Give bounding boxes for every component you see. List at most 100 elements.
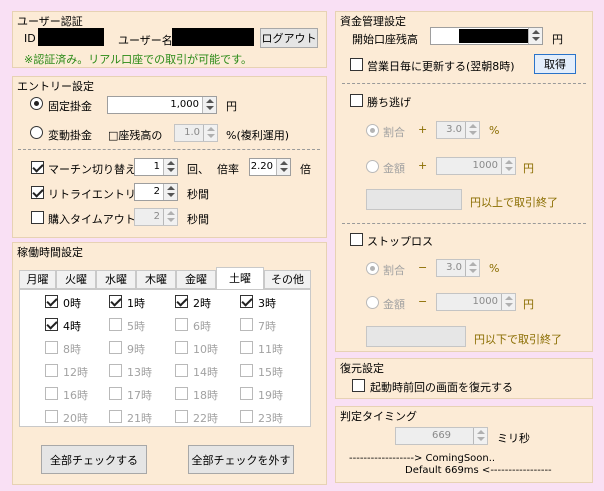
hour-checkbox-5[interactable]	[109, 318, 122, 331]
loss-amount-radio[interactable]	[366, 296, 379, 309]
check-all-label: 全部チェックする	[50, 453, 138, 467]
tab-fri[interactable]: 金曜	[176, 270, 216, 289]
loss-ratio-spinner[interactable]	[465, 260, 479, 276]
start-balance-input[interactable]	[430, 27, 543, 45]
retry-input[interactable]: 2	[134, 183, 178, 201]
stop-loss-label: ストップロス	[367, 235, 433, 248]
tab-wed[interactable]: 水曜	[96, 270, 136, 289]
hour-checkbox-23[interactable]	[240, 410, 253, 423]
tab-other[interactable]: その他	[264, 270, 311, 289]
balance-ratio-input[interactable]: 1.0	[174, 124, 218, 142]
hour-label-18: 18時	[193, 389, 218, 402]
id-field[interactable]	[38, 28, 104, 46]
win-amount-spinner[interactable]	[501, 158, 515, 174]
hour-label-0: 0時	[63, 297, 81, 310]
retry-label: リトライエントリー	[48, 188, 147, 201]
loss-end-field[interactable]	[366, 326, 466, 347]
hour-checkbox-18[interactable]	[175, 387, 188, 400]
hour-checkbox-1[interactable]	[109, 295, 122, 308]
win-ratio-input[interactable]: 3.0	[436, 121, 480, 139]
win-amount-input[interactable]: 1000	[436, 157, 516, 175]
loss-ratio-radio[interactable]	[366, 262, 379, 275]
martingale-checkbox[interactable]	[31, 161, 44, 174]
fixed-bet-radio[interactable]	[30, 97, 43, 110]
hour-checkbox-21[interactable]	[109, 410, 122, 423]
loss-amount-minus: −	[418, 295, 428, 308]
start-balance-spinner[interactable]	[528, 28, 542, 44]
logout-button[interactable]: ログアウト	[260, 28, 318, 48]
win-ratio-spinner[interactable]	[465, 122, 479, 138]
hour-checkbox-20[interactable]	[45, 410, 58, 423]
get-balance-button[interactable]: 取得	[534, 54, 576, 74]
hour-checkbox-17[interactable]	[109, 387, 122, 400]
tab-mon[interactable]: 月曜	[19, 270, 56, 289]
martingale-times-spinner[interactable]	[163, 159, 177, 175]
username-field[interactable]	[172, 28, 254, 46]
win-amount-unit: 円	[523, 162, 534, 175]
hour-checkbox-3[interactable]	[240, 295, 253, 308]
hour-checkbox-15[interactable]	[240, 364, 253, 377]
timeout-spinner[interactable]	[163, 209, 177, 225]
multiplier-spinner[interactable]	[276, 159, 290, 175]
tab-tue[interactable]: 火曜	[56, 270, 96, 289]
win-stop-checkbox[interactable]	[350, 94, 363, 107]
retry-checkbox[interactable]	[31, 186, 44, 199]
hour-label-5: 5時	[127, 320, 145, 333]
start-balance-label: 開始口座残高	[352, 33, 418, 46]
tab-sat[interactable]: 土曜	[216, 267, 264, 290]
money-management-title: 資金管理設定	[340, 15, 406, 28]
fixed-bet-input[interactable]: 1,000	[107, 96, 217, 114]
timeout-input[interactable]: 2	[134, 208, 178, 226]
variable-bet-radio[interactable]	[30, 126, 43, 139]
update-daily-checkbox[interactable]	[350, 58, 363, 71]
tab-thu[interactable]: 木曜	[136, 270, 176, 289]
check-all-button[interactable]: 全部チェックする	[41, 445, 147, 474]
user-auth-title: ユーザー認証	[17, 15, 83, 28]
retry-spinner[interactable]	[163, 184, 177, 200]
hour-checkbox-12[interactable]	[45, 364, 58, 377]
hour-checkbox-11[interactable]	[240, 341, 253, 354]
restore-label: 起動時前回の画面を復元する	[370, 381, 513, 394]
loss-amount-input[interactable]: 1000	[436, 293, 516, 311]
hour-checkbox-8[interactable]	[45, 341, 58, 354]
hour-label-20: 20時	[63, 412, 88, 425]
hour-checkbox-0[interactable]	[45, 295, 58, 308]
fixed-bet-value: 1,000	[170, 99, 199, 110]
loss-ratio-minus: −	[418, 261, 428, 274]
multiplier-input[interactable]: 2.20	[249, 158, 291, 176]
hour-checkbox-2[interactable]	[175, 295, 188, 308]
stop-loss-checkbox[interactable]	[350, 233, 363, 246]
win-end-field[interactable]	[366, 189, 462, 210]
hour-checkbox-7[interactable]	[240, 318, 253, 331]
win-amount-radio[interactable]	[366, 160, 379, 173]
timing-input[interactable]: 669	[395, 427, 488, 445]
loss-ratio-input[interactable]: 3.0	[436, 259, 480, 277]
win-ratio-value: 3.0	[446, 124, 462, 135]
timing-spinner[interactable]	[473, 428, 487, 444]
loss-amount-spinner[interactable]	[501, 294, 515, 310]
hour-label-7: 7時	[258, 320, 276, 333]
win-ratio-plus: +	[418, 123, 428, 136]
balance-ratio-spinner[interactable]	[203, 125, 217, 141]
hour-checkbox-19[interactable]	[240, 387, 253, 400]
hour-checkbox-14[interactable]	[175, 364, 188, 377]
win-stop-label: 勝ち逃げ	[367, 96, 411, 109]
hour-checkbox-10[interactable]	[175, 341, 188, 354]
win-ratio-radio[interactable]	[366, 124, 379, 137]
hour-checkbox-6[interactable]	[175, 318, 188, 331]
uncheck-all-button[interactable]: 全部チェックを外す	[188, 445, 294, 474]
hour-checkbox-4[interactable]	[45, 318, 58, 331]
hour-checkbox-13[interactable]	[109, 364, 122, 377]
win-amount-label: 金額	[383, 162, 405, 175]
win-amount-plus: +	[418, 159, 428, 172]
start-balance-unit: 円	[552, 33, 563, 46]
hour-label-14: 14時	[193, 366, 218, 379]
hour-label-1: 1時	[127, 297, 145, 310]
hour-checkbox-16[interactable]	[45, 387, 58, 400]
fixed-bet-spinner[interactable]	[202, 97, 216, 113]
hour-checkbox-22[interactable]	[175, 410, 188, 423]
hour-checkbox-9[interactable]	[109, 341, 122, 354]
timeout-checkbox[interactable]	[31, 211, 44, 224]
restore-checkbox[interactable]	[352, 379, 365, 392]
martingale-times-input[interactable]: 1	[134, 158, 178, 176]
